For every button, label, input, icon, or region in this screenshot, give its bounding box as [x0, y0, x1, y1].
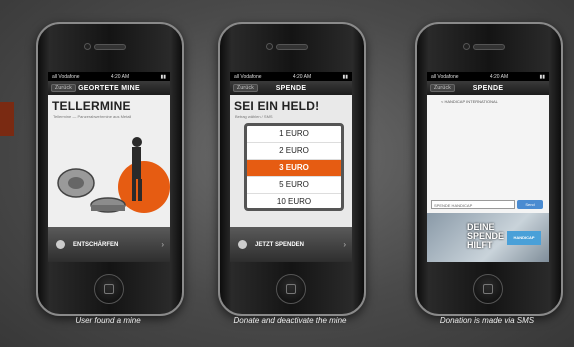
picker-option-selected[interactable]: 3 EURO: [247, 160, 341, 177]
picker-option[interactable]: 1 EURO: [247, 126, 341, 143]
screen: all Vodafone 4:20 AM ▮▮ Zurück SPENDE < …: [427, 72, 549, 262]
camera-icon: [84, 43, 91, 50]
phone-sms: all Vodafone 4:20 AM ▮▮ Zurück SPENDE < …: [415, 22, 563, 316]
chevron-right-icon: ›: [161, 240, 164, 249]
mine-small-base: [91, 205, 125, 211]
nav-bar: Zurück GEORTETE MINE: [48, 81, 170, 95]
carrier-label: all Vodafone: [431, 73, 459, 80]
speaker-grille: [473, 44, 505, 50]
caption-step-1: User found a mine: [75, 316, 141, 325]
heart-icon: [238, 240, 247, 249]
battery-icon: ▮▮: [342, 73, 348, 80]
defuse-label: ENTSCHÄRFEN: [73, 241, 119, 248]
screen: all Vodafone 4:20 AM ▮▮ Zurück GEORTETE …: [48, 72, 170, 262]
nav-title: SPENDE: [275, 84, 307, 92]
picker-option[interactable]: 10 EURO: [247, 194, 341, 208]
status-time: 4:20 AM: [110, 73, 130, 80]
sms-panel: < HANDICAP INTERNATIONAL SPENDE HANDICAP…: [427, 95, 549, 262]
back-button[interactable]: Zurück: [233, 84, 259, 92]
battery-icon: ▮▮: [539, 73, 545, 80]
mine-info-panel: TELLERMINE Tellermine — Panzerabwehrmine…: [48, 95, 170, 227]
nav-bar: Zurück SPENDE: [427, 81, 549, 95]
nav-bar: Zurück SPENDE: [230, 81, 352, 95]
chevron-right-icon: ›: [343, 240, 346, 249]
status-bar: all Vodafone 4:20 AM ▮▮: [230, 72, 352, 81]
carrier-label: all Vodafone: [234, 73, 262, 80]
picker-option[interactable]: 2 EURO: [247, 143, 341, 160]
mine-illustration: [57, 137, 170, 213]
sms-input[interactable]: SPENDE HANDICAP: [431, 200, 515, 209]
picker-option[interactable]: 5 EURO: [247, 177, 341, 194]
campaign-banner: DEINE SPENDE HILFT: [467, 222, 505, 250]
send-button[interactable]: Send: [517, 200, 543, 209]
person-leg: [132, 179, 136, 201]
phone-mine-found: all Vodafone 4:20 AM ▮▮ Zurück GEORTETE …: [36, 22, 184, 316]
home-button[interactable]: [473, 274, 503, 304]
mine-core: [68, 177, 84, 189]
camera-icon: [266, 43, 273, 50]
status-time: 4:20 AM: [292, 73, 312, 80]
donate-panel: SEI EIN HELD! Betrag wählen / SMS 1 EURO…: [230, 95, 352, 227]
person-figure: [132, 147, 141, 179]
screen: all Vodafone 4:20 AM ▮▮ Zurück SPENDE SE…: [230, 72, 352, 262]
sms-recipient: < HANDICAP INTERNATIONAL: [441, 99, 498, 104]
camera-icon: [463, 43, 470, 50]
person-head: [132, 137, 142, 147]
back-button[interactable]: Zurück: [51, 84, 77, 92]
hero-title: SEI EIN HELD!: [234, 99, 320, 113]
speaker-grille: [94, 44, 126, 50]
home-button[interactable]: [276, 274, 306, 304]
defuse-button[interactable]: ENTSCHÄRFEN ›: [48, 227, 170, 262]
carrier-label: all Vodafone: [52, 73, 80, 80]
caption-step-3: Donation is made via SMS: [439, 316, 535, 325]
gear-icon: [56, 240, 65, 249]
amount-picker[interactable]: 1 EURO 2 EURO 3 EURO 5 EURO 10 EURO: [244, 123, 344, 211]
back-button[interactable]: Zurück: [430, 84, 456, 92]
donate-subtitle: Betrag wählen / SMS: [235, 114, 273, 119]
status-bar: all Vodafone 4:20 AM ▮▮: [48, 72, 170, 81]
brown-accent-tab: [0, 102, 14, 136]
phone-donate: all Vodafone 4:20 AM ▮▮ Zurück SPENDE SE…: [218, 22, 366, 316]
donate-now-label: JETZT SPENDEN: [255, 241, 305, 248]
battery-icon: ▮▮: [160, 73, 166, 80]
mine-title: TELLERMINE: [52, 99, 131, 113]
speaker-grille: [276, 44, 308, 50]
handicap-logo: HANDICAP: [507, 231, 541, 245]
status-bar: all Vodafone 4:20 AM ▮▮: [427, 72, 549, 81]
nav-title: SPENDE: [472, 84, 504, 92]
caption-step-2: Donate and deactivate the mine: [233, 316, 347, 325]
home-button[interactable]: [94, 274, 124, 304]
sun-circle: [118, 161, 170, 213]
status-time: 4:20 AM: [489, 73, 509, 80]
person-leg: [138, 179, 142, 201]
mine-subtitle: Tellermine — Panzerabwehrmine aus Metall: [53, 114, 132, 119]
donate-now-button[interactable]: JETZT SPENDEN ›: [230, 227, 352, 262]
nav-title: GEORTETE MINE: [78, 84, 140, 92]
